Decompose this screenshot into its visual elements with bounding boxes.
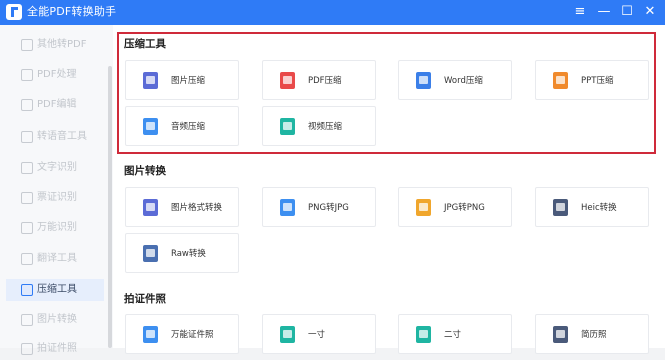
two-inch-icon — [416, 326, 431, 343]
pdf-edit-icon — [21, 99, 33, 111]
word-icon — [416, 72, 431, 89]
card-resume-photo[interactable]: 简历照 — [535, 314, 649, 354]
sidebar-item-id-photo[interactable]: 拍证件照 — [6, 338, 104, 360]
sidebar-item-translate[interactable]: 翻译工具 — [6, 248, 104, 270]
id-photo-icon — [143, 326, 158, 343]
sidebar-item-pdf-process[interactable]: PDF处理 — [6, 64, 104, 86]
app-logo-icon — [6, 4, 22, 20]
card-png-to-jpg[interactable]: PNG转JPG — [262, 187, 376, 227]
sidebar-scrollbar[interactable] — [108, 66, 112, 348]
sidebar-item-image-convert[interactable]: 图片转换 — [6, 309, 104, 331]
translate-icon — [21, 253, 33, 265]
minimize-icon[interactable]: — — [595, 3, 613, 21]
card-video-compress[interactable]: 视频压缩 — [262, 106, 376, 146]
scan-icon — [21, 222, 33, 234]
maximize-icon[interactable]: ☐ — [618, 3, 636, 21]
sidebar-item-universal-recognition[interactable]: 万能识别 — [6, 217, 104, 239]
card-heic-convert[interactable]: Heic转换 — [535, 187, 649, 227]
close-icon[interactable]: ✕ — [641, 3, 659, 21]
compress-icon — [21, 284, 33, 296]
text-recognition-icon — [21, 162, 33, 174]
ticket-icon — [21, 192, 33, 204]
sidebar-item-voice-tools[interactable]: 转语音工具 — [6, 126, 104, 148]
sidebar-item-compress[interactable]: 压缩工具 — [6, 279, 104, 301]
card-ppt-compress[interactable]: PPT压缩 — [535, 60, 649, 100]
sidebar-item-other-to-pdf[interactable]: 其他转PDF — [6, 34, 104, 56]
card-one-inch[interactable]: 一寸 — [262, 314, 376, 354]
video-icon — [280, 118, 295, 135]
sidebar-item-ticket-recognition[interactable]: 票证识别 — [6, 187, 104, 209]
ppt-icon — [553, 72, 568, 89]
png-icon — [280, 199, 295, 216]
title-bar: 全能PDF转换助手 ≡ — ☐ ✕ — [0, 0, 665, 25]
card-universal-id-photo[interactable]: 万能证件照 — [125, 314, 239, 354]
card-image-format-convert[interactable]: 图片格式转换 — [125, 187, 239, 227]
one-inch-icon — [280, 326, 295, 343]
image-icon — [143, 72, 158, 89]
audio-icon — [143, 118, 158, 135]
section-title-compress: 压缩工具 — [124, 38, 166, 50]
sidebar-item-text-recognition[interactable]: 文字识别 — [6, 157, 104, 179]
resume-photo-icon — [553, 326, 568, 343]
camera-icon — [21, 343, 33, 355]
raw-icon — [143, 245, 158, 262]
section-title-id-photo: 拍证件照 — [124, 293, 166, 305]
pdf-icon — [280, 72, 295, 89]
card-pdf-compress[interactable]: PDF压缩 — [262, 60, 376, 100]
card-two-inch[interactable]: 二寸 — [398, 314, 512, 354]
card-raw-convert[interactable]: Raw转换 — [125, 233, 239, 273]
jpg-icon — [416, 199, 431, 216]
card-word-compress[interactable]: Word压缩 — [398, 60, 512, 100]
image-convert-icon — [21, 314, 33, 326]
menu-icon[interactable]: ≡ — [571, 3, 589, 21]
pdf-process-icon — [21, 69, 33, 81]
file-convert-icon — [21, 39, 33, 51]
sidebar-item-pdf-edit[interactable]: PDF编辑 — [6, 94, 104, 116]
app-title: 全能PDF转换助手 — [27, 5, 117, 18]
image-format-icon — [143, 199, 158, 216]
section-title-image-convert: 图片转换 — [124, 165, 166, 177]
card-audio-compress[interactable]: 音频压缩 — [125, 106, 239, 146]
heic-icon — [553, 199, 568, 216]
card-image-compress[interactable]: 图片压缩 — [125, 60, 239, 100]
card-jpg-to-png[interactable]: JPG转PNG — [398, 187, 512, 227]
voice-icon — [21, 131, 33, 143]
